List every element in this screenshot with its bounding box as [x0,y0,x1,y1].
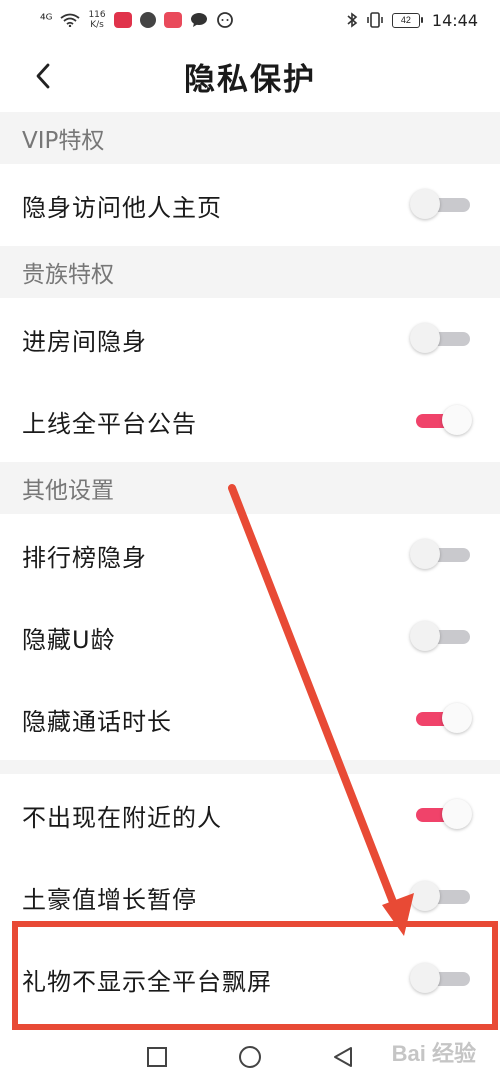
setting-row-hide-nearby[interactable]: 不出现在附近的人 [0,774,500,856]
toggle-knob [410,963,440,993]
section-title: VIP特权 [22,128,105,154]
status-bar-right: 42 14:44 [346,11,478,30]
toggle-switch[interactable] [410,189,472,221]
toggle-knob [442,405,472,435]
toggle-switch[interactable] [410,881,472,913]
toggle-knob [410,189,440,219]
section-title: 其他设置 [22,478,114,504]
setting-label: 隐藏通话时长 [22,707,172,736]
app-icon-shield [139,12,156,28]
section-header-vip: VIP特权 [0,112,500,164]
chat-icon [190,13,207,27]
toggle-switch[interactable] [410,405,472,437]
setting-row-pause-wealth[interactable]: 土豪值增长暂停 [0,856,500,938]
toggle-knob [442,703,472,733]
setting-label: 礼物不显示全平台飘屏 [22,967,272,996]
clock: 14:44 [431,10,478,30]
section-divider [0,760,500,774]
setting-row-rank-stealth[interactable]: 排行榜隐身 [0,514,500,596]
setting-row-hide-gift-banner[interactable]: 礼物不显示全平台飘屏 [0,938,500,1020]
toggle-knob [410,621,440,651]
battery-icon: 42 [391,12,423,28]
signal-icon: ⁴ᴳ [40,12,53,28]
setting-label: 排行榜隐身 [22,543,147,572]
toggle-switch[interactable] [410,799,472,831]
status-bar: ⁴ᴳ 116 K/s 42 14:44 [0,0,500,40]
circle-icon[interactable] [238,1045,262,1069]
vibrate-icon [367,12,383,28]
back-button[interactable] [28,60,58,92]
setting-row-stealth-visit[interactable]: 隐身访问他人主页 [0,164,500,246]
setting-label: 不出现在附近的人 [22,803,222,832]
setting-label: 上线全平台公告 [22,409,197,438]
watermark: Bai 经验 [391,1041,476,1066]
app-icon-red [113,12,132,28]
toggle-switch[interactable] [410,703,472,735]
bluetooth-icon [347,12,358,28]
page-title: 隐私保护 [184,61,316,98]
section-header-other: 其他设置 [0,462,500,514]
wifi-icon [60,13,81,27]
toggle-knob [442,799,472,829]
title-bar: 隐私保护 [0,40,500,112]
speed-value: 116 [88,10,106,20]
setting-label: 土豪值增长暂停 [22,885,197,914]
toggle-knob [410,881,440,911]
setting-row-online-announce[interactable]: 上线全平台公告 [0,380,500,462]
triangle-back-icon[interactable] [332,1046,354,1068]
setting-row-hide-call-duration[interactable]: 隐藏通话时长 [0,678,500,760]
network-speed: 116 K/s [88,10,105,30]
toggle-switch[interactable] [410,621,472,653]
setting-row-hide-age[interactable]: 隐藏U龄 [0,596,500,678]
toggle-switch[interactable] [410,963,472,995]
speed-unit: K/s [90,20,104,30]
toggle-switch[interactable] [410,539,472,571]
toggle-knob [410,323,440,353]
setting-row-room-stealth[interactable]: 进房间隐身 [0,298,500,380]
toggle-switch[interactable] [410,323,472,355]
setting-label: 进房间隐身 [22,327,147,356]
chevron-left-icon [36,63,50,89]
section-header-noble: 贵族特权 [0,246,500,298]
message-icon [216,12,233,28]
setting-label: 隐藏U龄 [22,625,116,654]
status-bar-left: ⁴ᴳ 116 K/s [40,10,234,30]
toggle-knob [410,539,440,569]
app-icon-pink [163,12,182,28]
setting-label: 隐身访问他人主页 [22,193,222,222]
square-icon[interactable] [146,1046,168,1068]
section-title: 贵族特权 [22,262,114,288]
